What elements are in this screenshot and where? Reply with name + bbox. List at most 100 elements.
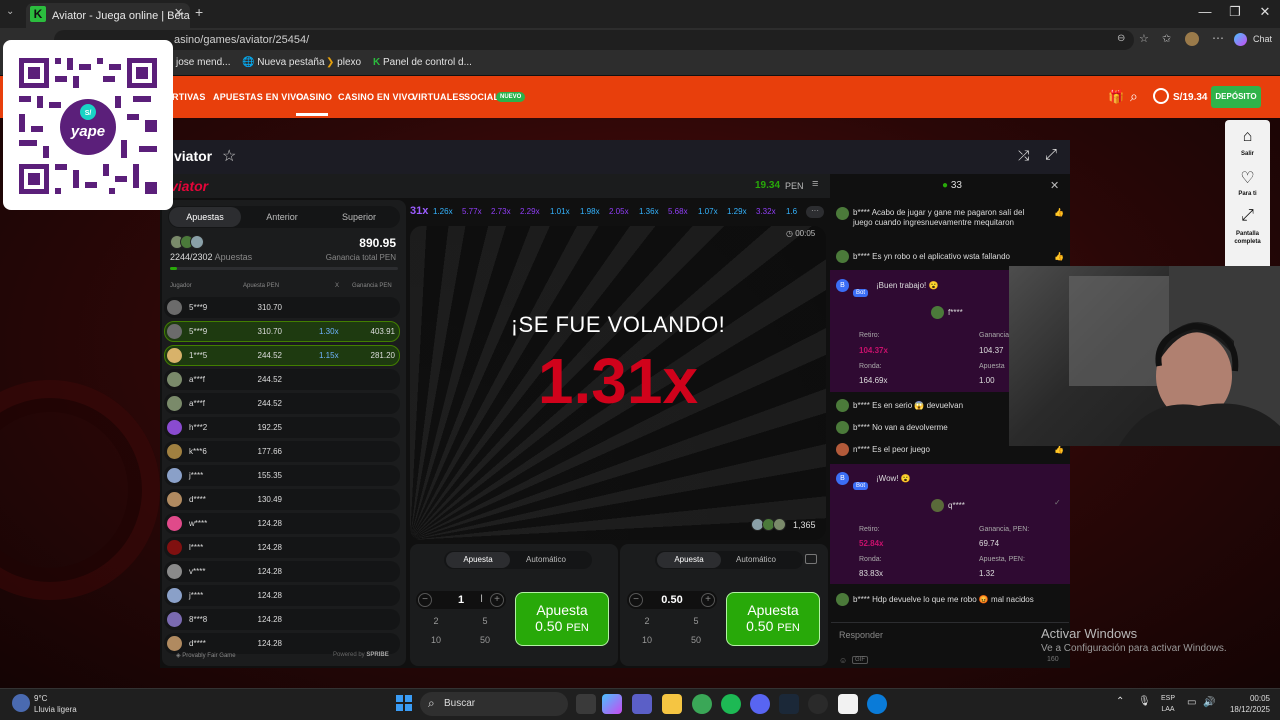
bet-panel-2-plus-icon[interactable]: +	[701, 593, 715, 607]
tab-list-icon[interactable]: ⌄	[6, 6, 14, 17]
discord-icon[interactable]	[750, 694, 770, 714]
search-icon[interactable]: ⌕	[1130, 88, 1138, 105]
bet-panel-1-tab-apuesta[interactable]: Apuesta	[446, 555, 510, 564]
history-multiplier[interactable]: 1.26x	[433, 207, 453, 216]
tab-superior[interactable]: Superior	[323, 212, 395, 222]
nav-casino[interactable]: CASINO	[296, 92, 332, 102]
history-multiplier[interactable]: 1.01x	[550, 207, 570, 216]
menu-icon[interactable]: ≡	[812, 178, 818, 190]
obs-icon[interactable]	[808, 694, 828, 714]
start-icon[interactable]	[396, 695, 412, 711]
bet-panel-2-quick-10[interactable]: 10	[634, 635, 660, 645]
spotify-icon[interactable]	[721, 694, 741, 714]
weather-widget[interactable]: 9°C Lluvia ligera	[34, 693, 77, 715]
bookmark-2[interactable]: 🌐 Nueva pestaña	[242, 57, 325, 68]
site-balance[interactable]: S/19.34	[1173, 92, 1207, 103]
history-more-icon[interactable]: ···	[806, 206, 824, 218]
bet-panel-2-minus-icon[interactable]: −	[629, 593, 643, 607]
bookmark-4[interactable]: K Panel de control d...	[373, 57, 472, 68]
bet-panel-2-quick-5[interactable]: 5	[683, 616, 709, 626]
new-tab-icon[interactable]: +	[195, 4, 203, 20]
sidebar-fullscreen-label[interactable]: Pantalla completa	[1225, 230, 1270, 246]
restore-icon[interactable]: ❐	[1220, 4, 1250, 20]
history-multiplier[interactable]: 1.98x	[580, 207, 600, 216]
sidebar-salir-label[interactable]: Salir	[1225, 151, 1270, 157]
bet-panel-2-quick-50[interactable]: 50	[683, 635, 709, 645]
task-view-icon[interactable]	[576, 694, 596, 714]
provably-fair-link[interactable]: ◈ Provably Fair Game	[176, 652, 236, 659]
taskbar-clock[interactable]: 00:05 18/12/2025	[1222, 693, 1270, 715]
history-multiplier[interactable]: 1.29x	[727, 207, 747, 216]
chat-reply-input[interactable]: Responder	[839, 630, 883, 640]
gift-icon[interactable]: 🎁	[1108, 89, 1124, 105]
history-multiplier[interactable]: 31x	[410, 205, 428, 217]
bet-panel-2-tab-auto[interactable]: Automático	[724, 555, 788, 564]
history-multiplier[interactable]: 2.29x	[520, 207, 540, 216]
like-icon[interactable]: 👍	[1054, 445, 1064, 454]
history-multiplier[interactable]: 5.77x	[462, 207, 482, 216]
language-indicator[interactable]: ESP LAA	[1158, 693, 1178, 715]
copilot-icon[interactable]	[1234, 33, 1247, 46]
history-multiplier[interactable]: 5.68x	[668, 207, 688, 216]
volume-icon[interactable]: 🔊	[1203, 697, 1215, 708]
history-multiplier[interactable]: 3.32x	[756, 207, 776, 216]
emoji-icon[interactable]: ☺	[839, 656, 847, 665]
favorite-star-icon[interactable]: ☆	[222, 146, 236, 166]
favorites-icon[interactable]: ✩	[1162, 32, 1171, 45]
network-icon[interactable]: ▭	[1187, 697, 1196, 708]
sidebar-para-ti-label[interactable]: Para ti	[1225, 191, 1270, 197]
tab-apuestas[interactable]: Apuestas	[169, 212, 241, 222]
bet-panel-1-quick-10[interactable]: 10	[423, 635, 449, 645]
nav-casino-en-vivo[interactable]: CASINO EN VIVO	[338, 92, 415, 102]
profile-avatar[interactable]	[1185, 32, 1199, 46]
chat-button[interactable]: Chat	[1253, 34, 1272, 44]
file-explorer-icon[interactable]	[662, 694, 682, 714]
minimize-icon[interactable]: —	[1190, 4, 1220, 19]
teams-icon[interactable]	[632, 694, 652, 714]
history-multiplier[interactable]: 2.05x	[609, 207, 629, 216]
bet-panel-1-quick-2[interactable]: 2	[423, 616, 449, 626]
bookmark-3[interactable]: ❯ plexo	[326, 57, 361, 68]
nav-virtuales[interactable]: VIRTUALES	[412, 92, 465, 102]
bookmark-1[interactable]: jose mend...	[176, 57, 230, 68]
shuffle-icon[interactable]: ⤮	[1018, 147, 1029, 164]
like-icon[interactable]: 👍	[1054, 252, 1064, 261]
bet-panel-1-place-bet-button[interactable]: Apuesta 0.50 PEN	[515, 592, 609, 646]
gif-icon[interactable]: GIF	[852, 656, 868, 664]
tab-anterior[interactable]: Anterior	[246, 212, 318, 222]
tray-chevron-icon[interactable]: ⌃	[1116, 696, 1124, 707]
browser-tab[interactable]: Aviator - Juega online | Betano Ca	[26, 3, 190, 28]
close-tab-icon[interactable]: ✕	[174, 6, 183, 19]
nav-social[interactable]: SOCIAL	[464, 92, 499, 102]
mic-icon[interactable]: 🎙	[1138, 696, 1151, 707]
star-icon[interactable]: ☆	[1139, 32, 1149, 45]
bet-panel-2-tab-apuesta[interactable]: Apuesta	[657, 555, 721, 564]
history-multiplier[interactable]: 1.07x	[698, 207, 718, 216]
steam-icon[interactable]	[779, 694, 799, 714]
heart-icon[interactable]: ♡	[1225, 168, 1270, 188]
bet-panel-2-amount[interactable]: 0.50	[652, 594, 692, 606]
history-multiplier[interactable]: 2.73x	[491, 207, 511, 216]
nav-apuestas-en-vivo[interactable]: APUESTAS EN VIVO	[213, 92, 304, 102]
bet-panel-2-quick-2[interactable]: 2	[634, 616, 660, 626]
more-icon[interactable]: ⋯	[1212, 31, 1224, 45]
bet-panel-1-amount[interactable]: 1	[441, 594, 481, 606]
app-icon[interactable]	[838, 694, 858, 714]
weather-icon[interactable]	[12, 694, 30, 712]
fullscreen-icon[interactable]: ⤢	[1045, 146, 1057, 163]
bet-panel-1-minus-icon[interactable]: −	[418, 593, 432, 607]
bet-panel-1-plus-icon[interactable]: +	[490, 593, 504, 607]
url-input[interactable]: asino/games/aviator/25454/	[54, 30, 1134, 50]
remove-panel-icon[interactable]	[805, 554, 817, 564]
close-chat-icon[interactable]: ✕	[1050, 179, 1059, 192]
reader-icon[interactable]: ⊖	[1117, 33, 1125, 44]
expand-icon[interactable]: ⤢	[1225, 207, 1270, 225]
edge-icon[interactable]	[867, 694, 887, 714]
home-icon[interactable]: ⌂	[1225, 128, 1270, 146]
taskbar-search[interactable]: Buscar	[420, 692, 568, 716]
like-icon[interactable]: 👍	[1054, 208, 1064, 217]
nav-deportivas[interactable]: RTIVAS	[172, 92, 206, 102]
close-window-icon[interactable]: ✕	[1250, 4, 1280, 20]
bet-panel-2-place-bet-button[interactable]: Apuesta 0.50 PEN	[726, 592, 820, 646]
chrome-icon[interactable]	[692, 694, 712, 714]
